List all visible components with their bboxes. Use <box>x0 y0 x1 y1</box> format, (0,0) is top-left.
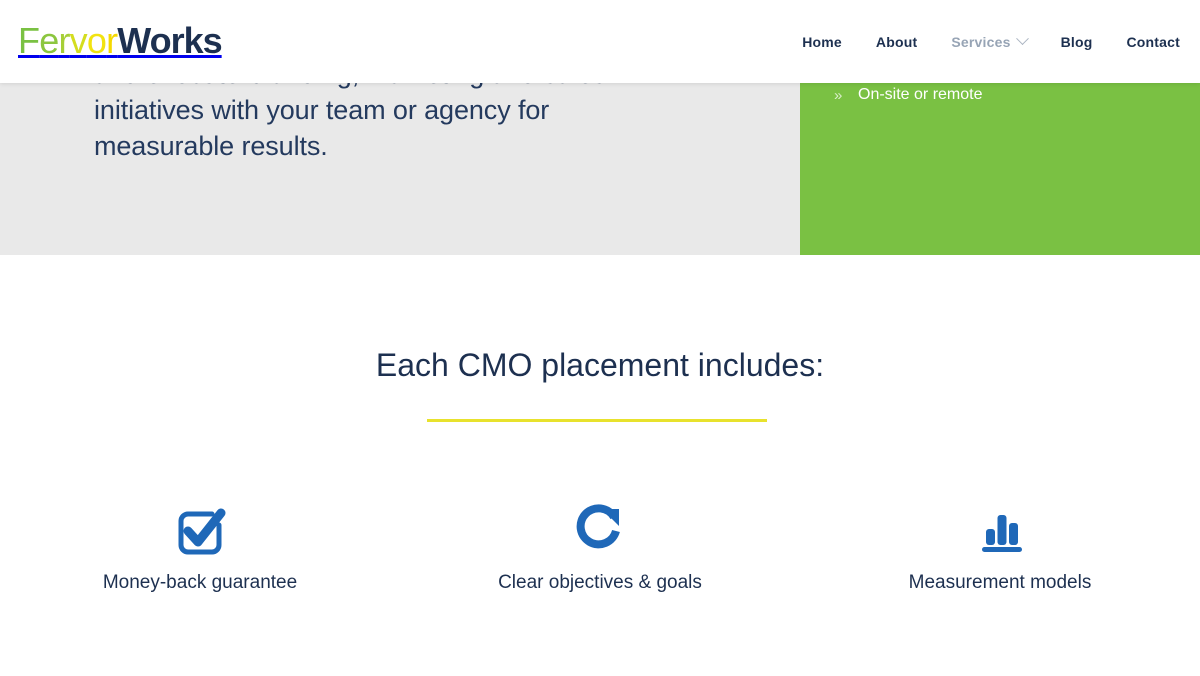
nav-item-blog[interactable]: Blog <box>1061 34 1093 50</box>
feature-label: Measurement models <box>908 572 1092 593</box>
logo-letter: o <box>86 20 107 61</box>
logo-letter: e <box>39 20 59 61</box>
nav-item-label: Blog <box>1060 33 1093 50</box>
chevron-down-icon <box>1015 32 1029 46</box>
nav-item-label: About <box>875 33 918 50</box>
nav-item-contact[interactable]: Contact <box>1126 34 1180 50</box>
site-header: FervorWorks Home About Services Blog Con… <box>0 0 1200 83</box>
feature-grid: Money-back guarantee Clear objectives & … <box>0 500 1200 594</box>
nav-item-label: Services <box>951 33 1011 50</box>
logo-letter: r <box>58 20 70 61</box>
benefit-label: On-site or remote <box>858 86 983 103</box>
title-divider <box>427 419 767 422</box>
main-navigation: Home About Services Blog Contact <box>802 0 1180 83</box>
logo-works-text: Works <box>117 20 222 61</box>
logo-letter: F <box>18 20 40 61</box>
page-title: Each CMO placement includes: <box>375 347 825 383</box>
site-logo[interactable]: FervorWorks <box>18 19 223 63</box>
page-root: and execute branding, marketing and sale… <box>0 0 1200 676</box>
feature-item-measurement-models: Measurement models <box>800 500 1200 594</box>
nav-item-home[interactable]: Home <box>802 34 842 50</box>
feature-label: Money-back guarantee <box>102 572 298 593</box>
logo-letter: v <box>69 20 88 61</box>
feature-label: Clear objectives & goals <box>498 572 702 593</box>
list-item: » On-site or remote <box>834 78 999 112</box>
feature-item-money-back-guarantee: Money-back guarantee <box>0 500 400 594</box>
nav-item-label: Contact <box>1126 33 1180 50</box>
feature-item-clear-objectives-goals: Clear objectives & goals <box>400 500 800 594</box>
nav-item-about[interactable]: About <box>876 34 917 50</box>
bar-chart-icon <box>971 500 1029 558</box>
features-section: Each CMO placement includes: Money-back … <box>0 255 1200 676</box>
nav-item-label: Home <box>802 33 842 50</box>
double-chevron-icon: » <box>834 86 843 104</box>
logo-letter: r <box>106 20 118 61</box>
nav-item-services[interactable]: Services <box>951 32 1029 50</box>
checkbox-check-icon <box>171 500 229 558</box>
refresh-arrow-icon <box>571 500 629 558</box>
